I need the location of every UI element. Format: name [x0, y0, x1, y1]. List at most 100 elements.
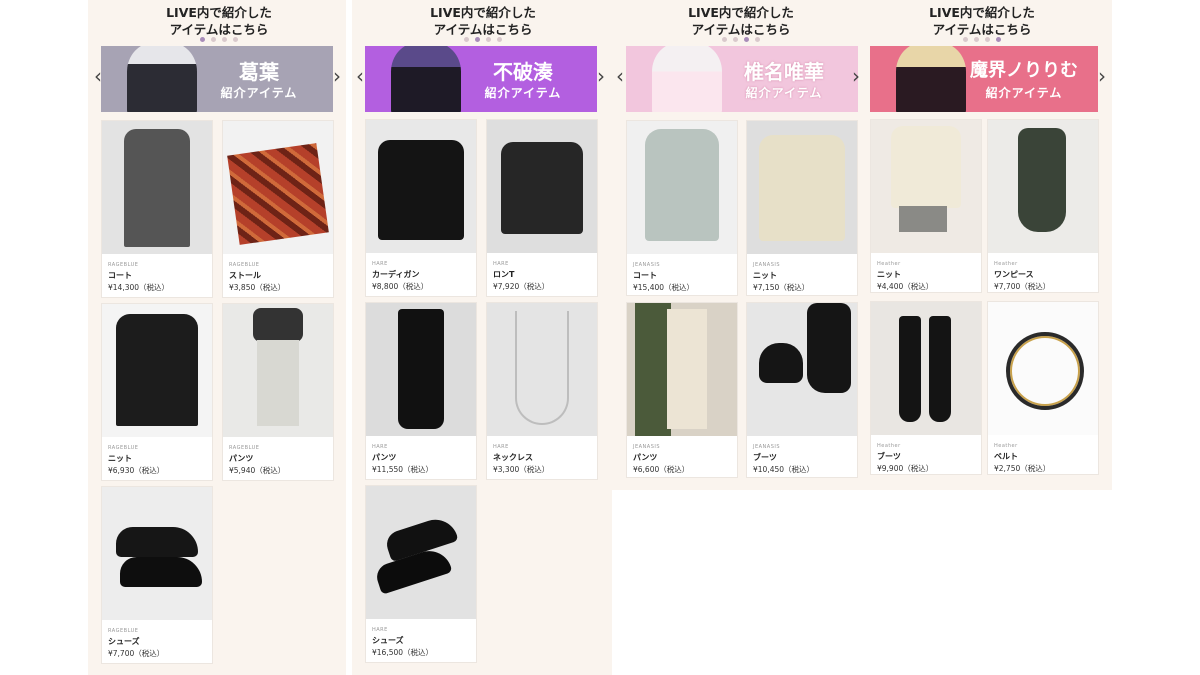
- item-name: ベルト: [994, 452, 1018, 461]
- item-price: ¥14,300（税込）: [108, 283, 170, 292]
- product-card[interactable]: JEANASIS ニット ¥7,150（税込）: [746, 120, 858, 296]
- knit-image: [747, 121, 857, 254]
- product-card[interactable]: RAGEBLUE ストール ¥3,850（税込）: [222, 120, 334, 298]
- item-price: ¥5,940（税込）: [229, 466, 286, 475]
- column-heading: LIVE内で紹介した アイテムはこちら: [882, 4, 1082, 38]
- product-card[interactable]: RAGEBLUE ニット ¥6,930（税込）: [101, 303, 213, 481]
- arrow-right-icon[interactable]: ›: [852, 66, 860, 86]
- brand-label: HARE: [493, 261, 509, 267]
- banner-name: 魔界ノりりむ: [970, 60, 1078, 81]
- boots-image: [871, 302, 981, 435]
- brand-label: HARE: [372, 261, 388, 267]
- item-price: ¥6,930（税込）: [108, 466, 165, 475]
- product-card[interactable]: Heather ベルト ¥2,750（税込）: [987, 301, 1099, 475]
- brand-label: JEANASIS: [753, 444, 781, 450]
- product-card[interactable]: RAGEBLUE シューズ ¥7,700（税込）: [101, 486, 213, 664]
- product-card[interactable]: HARE パンツ ¥11,550（税込）: [365, 302, 477, 480]
- arrow-right-icon[interactable]: ›: [1098, 66, 1106, 86]
- knit-image: [871, 120, 981, 253]
- shoes-image: [102, 487, 212, 620]
- item-price: ¥7,700（税込）: [108, 649, 165, 658]
- product-card[interactable]: JEANASIS ブーツ ¥10,450（税込）: [746, 302, 858, 478]
- heading-line-1: LIVE内で紹介した: [166, 5, 272, 20]
- knit-image: [102, 304, 212, 437]
- item-price: ¥4,400（税込）: [877, 282, 934, 291]
- heading-line-1: LIVE内で紹介した: [430, 5, 536, 20]
- carousel-dots: [383, 37, 583, 42]
- heading-line-1: LIVE内で紹介した: [688, 5, 794, 20]
- arrow-left-icon[interactable]: ‹: [616, 66, 624, 86]
- carousel-dots: [641, 37, 841, 42]
- product-card[interactable]: JEANASIS パンツ ¥6,600（税込）: [626, 302, 738, 478]
- heading-line-2: アイテムはこちら: [169, 22, 269, 37]
- column-heading: LIVE内で紹介した アイテムはこちら: [119, 4, 319, 38]
- item-name: パンツ: [633, 453, 658, 462]
- banner-subtitle: 紹介アイテム: [745, 86, 823, 100]
- product-card[interactable]: Heather ワンピース ¥7,700（税込）: [987, 119, 1099, 293]
- heading-line-2: アイテムはこちら: [433, 22, 533, 37]
- brand-label: HARE: [493, 444, 509, 450]
- banner-subtitle: 紹介アイテム: [220, 86, 298, 100]
- item-name: ニット: [877, 270, 901, 279]
- product-card[interactable]: RAGEBLUE コート ¥14,300（税込）: [101, 120, 213, 298]
- shoes-image: [366, 486, 476, 619]
- item-name: ネックレス: [493, 453, 533, 462]
- item-price: ¥16,500（税込）: [372, 648, 434, 657]
- avatar: [127, 46, 197, 112]
- pants-image: [223, 304, 333, 437]
- coat-image: [102, 121, 212, 254]
- item-name: シューズ: [372, 636, 404, 645]
- banner-shiina[interactable]: 椎名唯華 紹介アイテム: [626, 46, 858, 112]
- banner-lilim[interactable]: 魔界ノりりむ 紹介アイテム: [870, 46, 1098, 112]
- item-name: コート: [633, 271, 657, 280]
- brand-label: Heather: [994, 443, 1018, 449]
- brand-label: JEANASIS: [753, 262, 781, 268]
- item-name: カーディガン: [372, 270, 420, 279]
- banner-name: 不破湊: [493, 60, 553, 84]
- item-price: ¥11,550（税込）: [372, 465, 434, 474]
- item-price: ¥6,600（税込）: [633, 465, 690, 474]
- brand-label: RAGEBLUE: [229, 262, 260, 268]
- item-price: ¥3,300（税込）: [493, 465, 550, 474]
- item-name: ワンピース: [994, 270, 1034, 279]
- item-price: ¥9,900（税込）: [877, 464, 934, 473]
- stole-image: [223, 121, 333, 254]
- product-card[interactable]: HARE ロンT ¥7,920（税込）: [486, 119, 598, 297]
- belt-image: [988, 302, 1098, 435]
- brand-label: RAGEBLUE: [108, 262, 139, 268]
- item-name: パンツ: [229, 454, 254, 463]
- banner-name: 椎名唯華: [744, 60, 824, 84]
- carousel-dots: [119, 37, 319, 42]
- brand-label: JEANASIS: [633, 444, 661, 450]
- product-card[interactable]: RAGEBLUE パンツ ¥5,940（税込）: [222, 303, 334, 481]
- column-heading: LIVE内で紹介した アイテムはこちら: [383, 4, 583, 38]
- dress-image: [988, 120, 1098, 253]
- product-card[interactable]: HARE ネックレス ¥3,300（税込）: [486, 302, 598, 480]
- item-name: ブーツ: [877, 452, 901, 461]
- heading-line-1: LIVE内で紹介した: [929, 5, 1035, 20]
- brand-label: JEANASIS: [633, 262, 661, 268]
- item-name: ロンT: [493, 270, 515, 279]
- pants-image: [366, 303, 476, 436]
- product-card[interactable]: Heather ブーツ ¥9,900（税込）: [870, 301, 982, 475]
- arrow-right-icon[interactable]: ›: [597, 66, 605, 86]
- product-card[interactable]: Heather ニット ¥4,400（税込）: [870, 119, 982, 293]
- arrow-left-icon[interactable]: ‹: [356, 66, 364, 86]
- item-name: パンツ: [372, 453, 397, 462]
- brand-label: Heather: [994, 261, 1018, 267]
- item-price: ¥7,920（税込）: [493, 282, 550, 291]
- brand-label: RAGEBLUE: [229, 445, 260, 451]
- product-card[interactable]: JEANASIS コート ¥15,400（税込）: [626, 120, 738, 296]
- brand-label: Heather: [877, 261, 901, 267]
- brand-label: Heather: [877, 443, 901, 449]
- brand-label: HARE: [372, 444, 388, 450]
- product-card[interactable]: HARE シューズ ¥16,500（税込）: [365, 485, 477, 663]
- product-card[interactable]: HARE カーディガン ¥8,800（税込）: [365, 119, 477, 297]
- item-price: ¥7,150（税込）: [753, 283, 810, 292]
- banner-kuzuha[interactable]: 葛葉 紹介アイテム: [101, 46, 333, 112]
- item-price: ¥2,750（税込）: [994, 464, 1051, 473]
- arrow-right-icon[interactable]: ›: [333, 66, 341, 86]
- banner-fuwa[interactable]: 不破湊 紹介アイテム: [365, 46, 597, 112]
- item-price: ¥7,700（税込）: [994, 282, 1051, 291]
- brand-label: HARE: [372, 627, 388, 633]
